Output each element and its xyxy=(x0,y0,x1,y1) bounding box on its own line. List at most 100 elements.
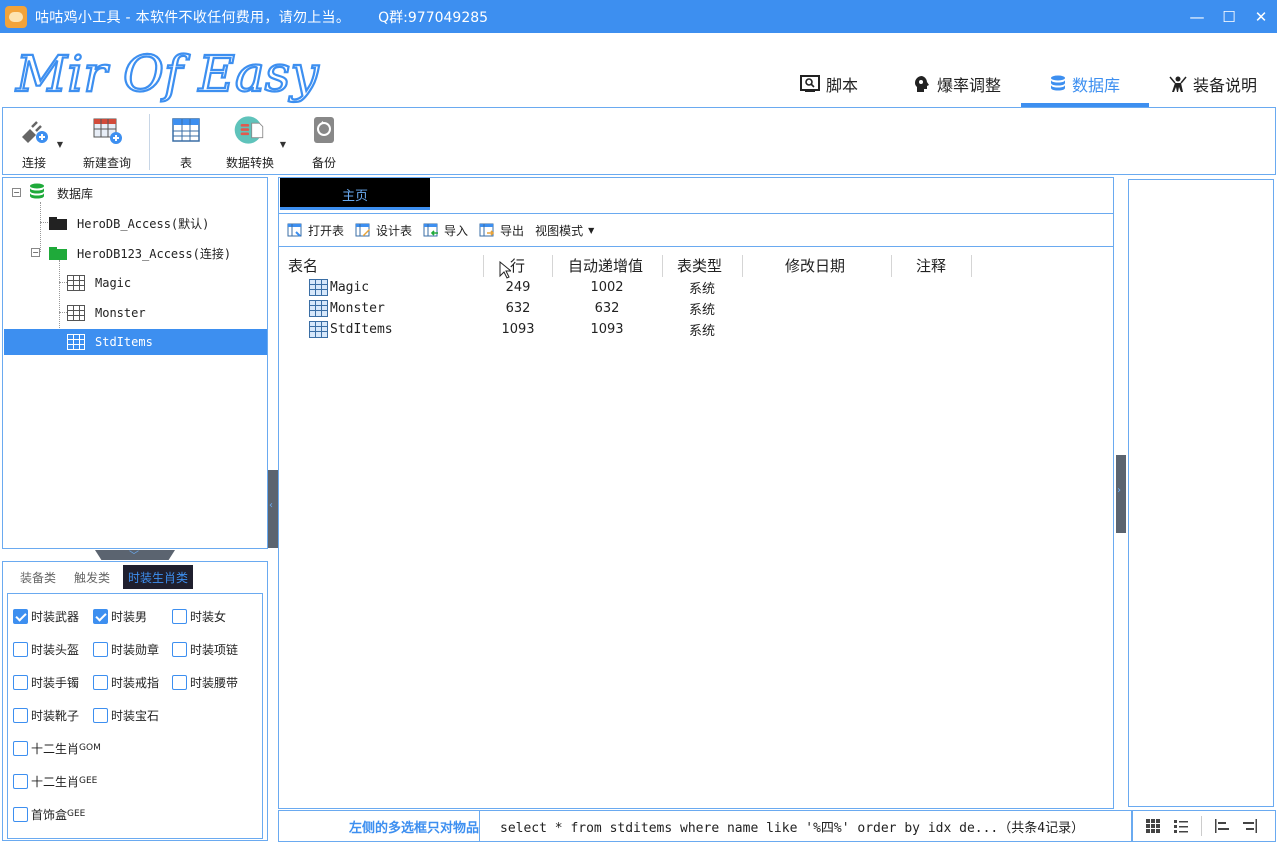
tree-table-monster[interactable]: Monster xyxy=(67,300,146,326)
checkbox-box[interactable] xyxy=(172,641,187,657)
checkbox-box[interactable] xyxy=(13,641,28,657)
column-header-modified-date[interactable]: 修改日期 xyxy=(785,253,845,277)
backup-button[interactable]: 备份 xyxy=(307,114,341,172)
minimize-button[interactable]: — xyxy=(1181,0,1213,33)
checkbox-box[interactable] xyxy=(93,608,108,624)
category-tabs: 装备类 触发类 时装生肖类 xyxy=(15,565,194,589)
tree-node-root[interactable]: 数据库 xyxy=(29,180,93,206)
toolbar: 连接 ▼ 新建查询 表 数据转换 ▼ 备份 xyxy=(2,107,1276,175)
checkbox-box[interactable] xyxy=(13,674,28,690)
checkbox-jewelry-box-gee[interactable]: 首饰盒 GEE xyxy=(13,805,85,823)
tree-collapse-db2-icon[interactable]: − xyxy=(31,248,40,257)
tab-script[interactable]: 脚本 xyxy=(765,61,893,107)
tree-node-herodb-access[interactable]: HeroDB_Access(默认) xyxy=(49,210,209,236)
new-query-label: 新建查询 xyxy=(83,156,132,170)
checkbox-fashion-bracelet[interactable]: 时装手镯 xyxy=(13,673,79,691)
checkbox-fashion-gem[interactable]: 时装宝石 xyxy=(93,706,159,724)
tab-equipment-category[interactable]: 装备类 xyxy=(15,565,61,589)
checkbox-fashion-helmet[interactable]: 时装头盔 xyxy=(13,640,79,658)
checkbox-zodiac-gom[interactable]: 十二生肖 GOM xyxy=(13,739,101,757)
column-divider[interactable] xyxy=(483,255,484,277)
checkbox-fashion-weapon[interactable]: 时装武器 xyxy=(13,607,79,625)
column-divider[interactable] xyxy=(662,255,663,277)
new-query-button[interactable]: 新建查询 xyxy=(83,114,131,172)
table-row[interactable]: StdItems 1093 1093 系统 xyxy=(279,319,1113,340)
table-icon xyxy=(309,300,328,317)
connect-label: 连接 xyxy=(21,156,46,170)
tab-database[interactable]: 数据库 xyxy=(1021,61,1149,107)
checkbox-box[interactable] xyxy=(13,773,28,789)
status-hint-text: 左侧的多选框只对物品 xyxy=(348,820,479,836)
data-convert-button[interactable]: 数据转换 ▼ xyxy=(226,114,286,172)
tab-script-label: 脚本 xyxy=(825,76,858,95)
grid-view-icon[interactable] xyxy=(1145,818,1161,834)
table-button[interactable]: 表 xyxy=(169,114,203,172)
checkbox-box[interactable] xyxy=(93,674,108,690)
connect-button[interactable]: 连接 ▼ xyxy=(17,114,63,172)
checkbox-box[interactable] xyxy=(93,707,108,723)
checkbox-label: 十二生肖 xyxy=(31,774,80,789)
tab-home[interactable]: 主页 xyxy=(280,178,430,210)
open-table-button[interactable]: 打开表 xyxy=(287,222,344,239)
connect-dropdown-icon[interactable]: ▼ xyxy=(57,140,63,149)
data-convert-dropdown-icon[interactable]: ▼ xyxy=(280,140,286,149)
tree-table-label: StdItems xyxy=(95,335,153,349)
column-divider[interactable] xyxy=(552,255,553,277)
list-view-icon[interactable] xyxy=(1173,818,1189,834)
tree-table-magic[interactable]: Magic xyxy=(67,270,131,296)
checkbox-fashion-ring[interactable]: 时装戒指 xyxy=(93,673,159,691)
tab-equipment[interactable]: 装备说明 xyxy=(1149,61,1277,107)
column-divider[interactable] xyxy=(742,255,743,277)
table-row[interactable]: Monster 632 632 系统 xyxy=(279,298,1113,319)
column-header-comment[interactable]: 注释 xyxy=(916,253,946,277)
export-button[interactable]: 导出 xyxy=(479,222,524,239)
maximize-button[interactable]: ☐ xyxy=(1213,0,1245,33)
column-header-name[interactable]: 表名 xyxy=(288,253,318,277)
left-panel-collapse-handle[interactable]: ‹ xyxy=(268,470,278,548)
import-button[interactable]: 导入 xyxy=(423,222,468,239)
tab-fashion-zodiac-category[interactable]: 时装生肖类 xyxy=(123,565,194,589)
tree-collapse-root-icon[interactable]: − xyxy=(12,188,21,197)
checkbox-zodiac-gee[interactable]: 十二生肖 GEE xyxy=(13,772,97,790)
checkbox-box[interactable] xyxy=(13,608,28,624)
view-mode-label: 视图模式 xyxy=(535,223,584,238)
checkbox-box[interactable] xyxy=(172,674,187,690)
checkbox-fashion-necklace[interactable]: 时装项链 xyxy=(172,640,238,658)
tree-node-herodb123-access[interactable]: HeroDB123_Access(连接) xyxy=(49,240,231,266)
design-table-button[interactable]: 设计表 xyxy=(355,222,412,239)
checkbox-box[interactable] xyxy=(13,740,28,756)
checkbox-box[interactable] xyxy=(13,707,28,723)
tree-table-stditems[interactable]: StdItems xyxy=(4,329,267,355)
column-divider[interactable] xyxy=(891,255,892,277)
checkbox-box[interactable] xyxy=(93,641,108,657)
align-left-icon[interactable] xyxy=(1214,818,1230,834)
panel-splitter-handle[interactable]: ﹀ xyxy=(95,550,175,560)
column-header-auto-increment[interactable]: 自动递增值 xyxy=(568,253,643,277)
tab-trigger-category[interactable]: 触发类 xyxy=(69,565,115,589)
view-mode-dropdown[interactable]: 视图模式 ▼ xyxy=(535,222,594,239)
tree-table-label: Magic xyxy=(95,276,132,290)
tab-drop-rate[interactable]: 爆率调整 xyxy=(893,61,1021,107)
table-toolbar: 打开表 设计表 导入 导出 视图模式 ▼ xyxy=(279,213,1113,247)
checkbox-group: 时装武器 时装男 时装女 时装头盔 时装勋章 时装项链 时装手镯 时装戒指 时装… xyxy=(7,593,263,839)
chevron-right-icon: › xyxy=(1117,485,1121,496)
column-header-rows[interactable]: 行 xyxy=(510,253,525,277)
equipment-icon xyxy=(1169,75,1187,93)
column-divider[interactable] xyxy=(971,255,972,277)
checkbox-fashion-male[interactable]: 时装男 xyxy=(93,607,147,625)
divider xyxy=(1201,816,1202,836)
checkbox-fashion-boots[interactable]: 时装靴子 xyxy=(13,706,79,724)
right-panel-collapse-handle[interactable]: › xyxy=(1116,455,1126,533)
checkbox-fashion-medal[interactable]: 时装勋章 xyxy=(93,640,159,658)
close-button[interactable]: ✕ xyxy=(1245,0,1277,33)
checkbox-fashion-female[interactable]: 时装女 xyxy=(172,607,226,625)
table-row[interactable]: Magic 249 1002 系统 xyxy=(279,277,1113,298)
checkbox-box[interactable] xyxy=(13,806,28,822)
script-icon xyxy=(799,75,820,93)
open-table-label: 打开表 xyxy=(308,223,345,238)
data-convert-icon xyxy=(233,114,267,146)
checkbox-box[interactable] xyxy=(172,608,187,624)
align-right-icon[interactable] xyxy=(1242,818,1258,834)
checkbox-fashion-belt[interactable]: 时装腰带 xyxy=(172,673,238,691)
column-header-table-type[interactable]: 表类型 xyxy=(677,253,722,277)
